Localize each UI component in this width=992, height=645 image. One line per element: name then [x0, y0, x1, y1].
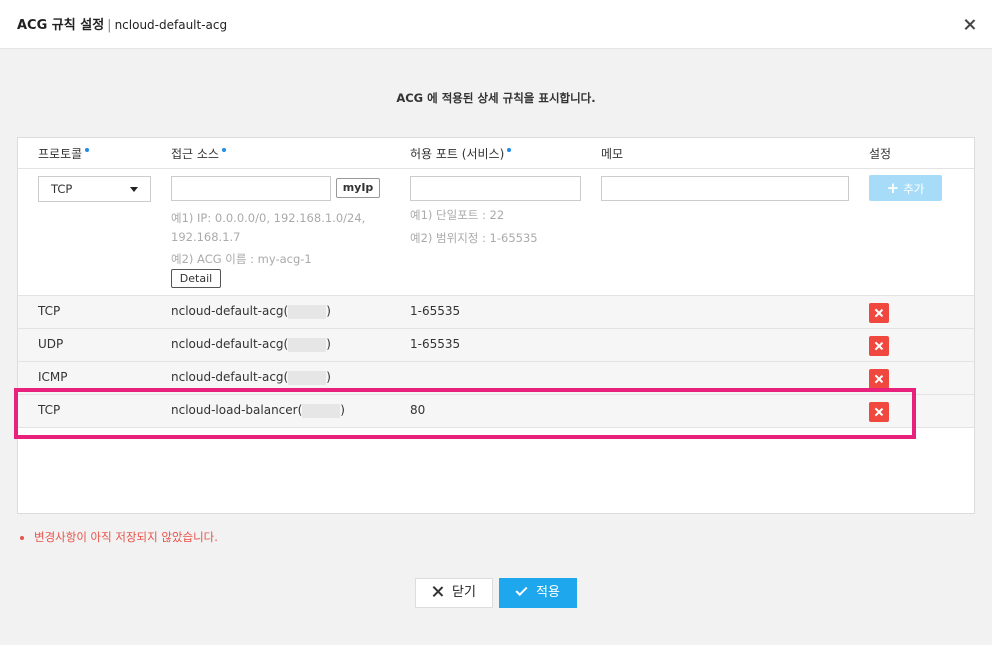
table-row: UDP ncloud-default-acg() 1-65535 — [18, 329, 974, 362]
unsaved-warning: 변경사항이 아직 저장되지 않았습니다. — [20, 529, 218, 545]
dialog-header: ACG 규칙 설정 | ncloud-default-acg — [0, 0, 992, 49]
close-icon — [432, 586, 443, 597]
caret-down-icon — [130, 187, 138, 192]
table-row: TCP ncloud-default-acg() 1-65535 — [18, 296, 974, 329]
info-text: ACG 에 적용된 상세 규칙을 표시합니다. — [396, 91, 596, 105]
close-button-label: 닫기 — [452, 585, 476, 600]
required-dot-icon — [85, 148, 90, 152]
new-rule-row: TCP myIp 예1) IP: 0.0.0.0/0, 192.168.1.0/… — [18, 169, 974, 296]
rule-source-close: ) — [326, 337, 331, 351]
table-row: ICMP ncloud-default-acg() — [18, 362, 974, 395]
close-icon[interactable] — [960, 15, 980, 35]
col-protocol-label: 프로토콜 — [38, 147, 83, 161]
source-hint-2: 예2) ACG 이름 : my-acg-1 — [171, 252, 312, 266]
col-port: 허용 포트 (서비스) — [410, 145, 512, 162]
rule-source-name: ncloud-default-acg( — [171, 337, 289, 351]
rule-source: ncloud-default-acg() — [171, 337, 331, 352]
delete-rule-button[interactable] — [869, 402, 889, 422]
protocol-select[interactable]: TCP — [38, 176, 151, 202]
rule-protocol: TCP — [38, 304, 61, 318]
add-rule-button[interactable]: + 추가 — [869, 175, 942, 201]
detail-button[interactable]: Detail — [171, 269, 221, 288]
redacted-id — [288, 304, 327, 319]
rule-source-name: ncloud-default-acg( — [171, 370, 289, 384]
redacted-id — [288, 337, 327, 352]
col-memo: 메모 — [601, 147, 624, 161]
apply-button-label: 적용 — [536, 585, 560, 600]
rules-panel: 프로토콜 접근 소스 허용 포트 (서비스) 메모 설정 TCP myIp 예1… — [17, 137, 975, 514]
required-dot-icon — [221, 148, 226, 152]
col-source-label: 접근 소스 — [171, 147, 219, 161]
source-hint-1a: 예1) IP: 0.0.0.0/0, 192.168.1.0/24, — [171, 211, 366, 225]
rule-protocol: ICMP — [38, 370, 68, 384]
rule-source: ncloud-load-balancer() — [171, 403, 345, 418]
rule-source: ncloud-default-acg() — [171, 304, 331, 319]
memo-input[interactable] — [601, 176, 849, 201]
plus-icon: + — [886, 179, 900, 197]
rule-protocol: UDP — [38, 337, 64, 351]
col-settings: 설정 — [869, 147, 892, 161]
rule-port: 1-65535 — [410, 337, 461, 351]
dialog-title-main: ACG 규칙 설정 — [17, 18, 105, 33]
myip-button[interactable]: myIp — [336, 178, 380, 198]
protocol-select-value: TCP — [51, 182, 73, 196]
dialog-title: ACG 규칙 설정 | ncloud-default-acg — [17, 14, 227, 33]
delete-rule-button[interactable] — [869, 336, 889, 356]
table-header: 프로토콜 접근 소스 허용 포트 (서비스) 메모 설정 — [18, 138, 974, 169]
rule-source-close: ) — [326, 304, 331, 318]
rule-source-close: ) — [326, 370, 331, 384]
rule-source-name: ncloud-default-acg( — [171, 304, 289, 318]
redacted-id — [288, 370, 327, 385]
rule-source: ncloud-default-acg() — [171, 370, 331, 385]
bullet-icon — [20, 535, 24, 540]
rule-source-name: ncloud-load-balancer( — [171, 403, 303, 417]
rule-protocol: TCP — [38, 403, 61, 417]
table-row: TCP ncloud-load-balancer() 80 — [18, 395, 974, 428]
port-hint-2: 예2) 범위지정 : 1-65535 — [410, 231, 538, 245]
rule-port: 80 — [410, 403, 426, 417]
source-input[interactable] — [171, 176, 331, 201]
rule-source-close: ) — [340, 403, 345, 417]
col-protocol: 프로토콜 — [38, 145, 90, 162]
dialog-subtitle: ncloud-default-acg — [114, 18, 228, 32]
unsaved-warning-text: 변경사항이 아직 저장되지 않았습니다. — [34, 530, 218, 544]
required-dot-icon — [507, 148, 512, 152]
add-rule-label: 추가 — [903, 182, 925, 196]
check-icon — [515, 583, 528, 597]
port-input[interactable] — [410, 176, 581, 201]
col-port-label: 허용 포트 (서비스) — [410, 147, 505, 161]
col-source: 접근 소스 — [171, 145, 226, 162]
apply-button[interactable]: 적용 — [499, 578, 577, 608]
port-hint-1: 예1) 단일포트 : 22 — [410, 208, 505, 222]
delete-rule-button[interactable] — [869, 303, 889, 323]
source-hint-1b: 192.168.1.7 — [171, 230, 241, 244]
delete-rule-button[interactable] — [869, 369, 889, 389]
redacted-id — [302, 403, 341, 418]
rule-port: 1-65535 — [410, 304, 461, 318]
close-button[interactable]: 닫기 — [415, 578, 493, 608]
title-separator: | — [107, 18, 112, 33]
